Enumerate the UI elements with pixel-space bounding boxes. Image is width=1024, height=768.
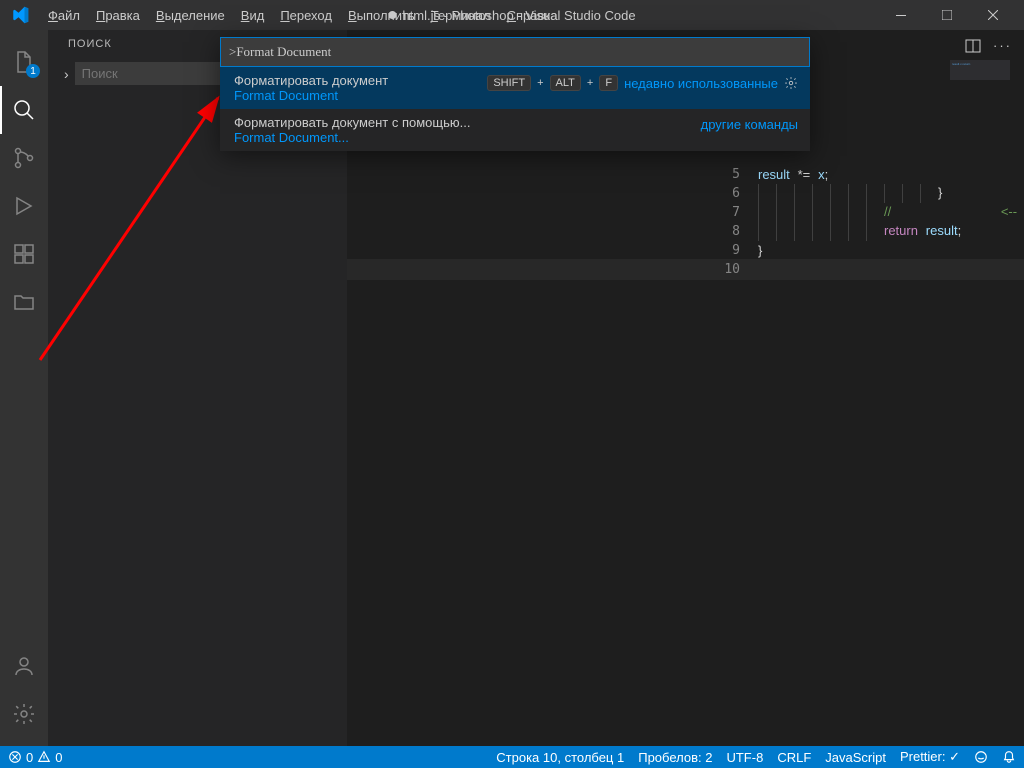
minimize-button[interactable]: [878, 0, 924, 30]
status-cursor[interactable]: Строка 10, столбец 1: [496, 750, 624, 765]
palette-item-format-document-with[interactable]: Форматировать документ с помощью... Form…: [220, 109, 810, 151]
window-title-text: html.js - Photoshop - Visual Studio Code: [402, 8, 635, 23]
status-spaces[interactable]: Пробелов: 2: [638, 750, 712, 765]
palette-hint: недавно использованные: [624, 76, 778, 91]
window-controls: [878, 0, 1016, 30]
menu-selection[interactable]: Выделение: [148, 4, 233, 27]
line-number: 5: [348, 167, 758, 182]
vscode-logo-icon: [8, 3, 32, 27]
titlebar: Файл Правка Выделение Вид Переход Выполн…: [0, 0, 1024, 30]
gear-icon[interactable]: [784, 76, 798, 90]
menu-view[interactable]: Вид: [233, 4, 273, 27]
status-encoding[interactable]: UTF-8: [726, 750, 763, 765]
status-errors[interactable]: 0: [8, 750, 33, 765]
minimap[interactable]: result x return: [950, 60, 1010, 80]
line-number: 7: [348, 205, 758, 220]
maximize-button[interactable]: [924, 0, 970, 30]
line-number: 8: [348, 224, 758, 239]
status-bar: 0 0 Строка 10, столбец 1 Пробелов: 2 UTF…: [0, 746, 1024, 768]
chevron-right-icon[interactable]: ›: [64, 66, 69, 82]
command-palette: Форматировать документ Format Document S…: [220, 37, 810, 151]
source-control-icon[interactable]: [0, 134, 48, 182]
run-debug-icon[interactable]: [0, 182, 48, 230]
line-number: 6: [348, 186, 758, 201]
menu-go[interactable]: Переход: [272, 4, 340, 27]
editor-controls: ···: [965, 38, 1012, 54]
menu-file[interactable]: Файл: [40, 4, 88, 27]
status-eol[interactable]: CRLF: [777, 750, 811, 765]
command-palette-input[interactable]: [220, 37, 810, 67]
activity-bar: 1: [0, 30, 48, 746]
explorer-icon[interactable]: 1: [0, 38, 48, 86]
settings-gear-icon[interactable]: [0, 690, 48, 738]
unsaved-dot-icon: [388, 11, 396, 19]
status-feedback-icon[interactable]: [974, 750, 988, 764]
status-lang[interactable]: JavaScript: [825, 750, 886, 765]
search-icon[interactable]: [0, 86, 48, 134]
extensions-icon[interactable]: [0, 230, 48, 278]
window-title: html.js - Photoshop - Visual Studio Code: [388, 8, 635, 23]
line-number: 9: [348, 243, 758, 258]
status-warnings[interactable]: 0: [37, 750, 62, 765]
close-button[interactable]: [970, 0, 1016, 30]
line-number: 10: [348, 262, 758, 277]
more-icon[interactable]: ···: [993, 38, 1012, 54]
status-bell-icon[interactable]: [1002, 750, 1016, 764]
explorer-badge: 1: [26, 64, 40, 78]
key-shift: SHIFT: [487, 75, 531, 91]
key-alt: ALT: [550, 75, 581, 91]
menu-edit[interactable]: Правка: [88, 4, 148, 27]
split-editor-icon[interactable]: [965, 38, 981, 54]
key-f: F: [599, 75, 618, 91]
status-prettier[interactable]: Prettier: ✓: [900, 749, 960, 765]
accounts-icon[interactable]: [0, 642, 48, 690]
palette-hint: другие команды: [701, 117, 798, 132]
folder-icon[interactable]: [0, 278, 48, 326]
palette-item-format-document[interactable]: Форматировать документ Format Document S…: [220, 67, 810, 109]
